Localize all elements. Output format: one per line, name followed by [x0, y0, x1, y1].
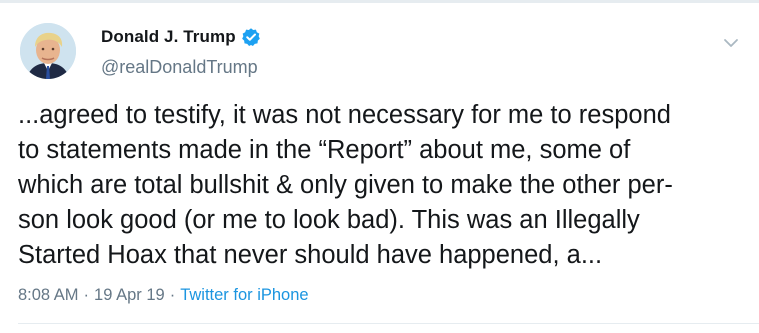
- author-name-row[interactable]: Donald J. Trump: [101, 27, 261, 47]
- verified-badge-icon: [241, 27, 261, 47]
- tweet-text: ...agreed to testify, it was not necessa…: [18, 98, 743, 273]
- profile-photo-icon: [20, 23, 76, 79]
- meta-separator: ·: [169, 286, 176, 304]
- tweet-source-link[interactable]: Twitter for iPhone: [180, 286, 308, 304]
- author-handle[interactable]: @realDonaldTrump: [101, 57, 258, 78]
- avatar[interactable]: [20, 23, 76, 79]
- tweet-text-line: ...agreed to testify, it was not necessa…: [18, 101, 671, 129]
- tweet-metadata: 8:08 AM · 19 Apr 19 · Twitter for iPhone: [18, 286, 309, 305]
- tweet-menu-button[interactable]: [719, 33, 743, 53]
- meta-separator: ·: [83, 286, 90, 304]
- tweet-date[interactable]: 19 Apr 19: [94, 286, 165, 304]
- tweet-text-line: which are total bullshit & only given to…: [18, 171, 673, 199]
- author-display-name[interactable]: Donald J. Trump: [101, 27, 236, 47]
- tweet-time[interactable]: 8:08 AM: [18, 286, 79, 304]
- tweet-text-line: to statements made in the “Report” about…: [18, 136, 631, 164]
- bottom-divider: [18, 323, 759, 324]
- top-divider: [0, 0, 759, 3]
- tweet-text-line: son look good (or me to look bad). This …: [18, 206, 640, 234]
- chevron-down-icon: [724, 39, 738, 47]
- tweet-text-line: Started Hoax that never should have happ…: [18, 241, 603, 269]
